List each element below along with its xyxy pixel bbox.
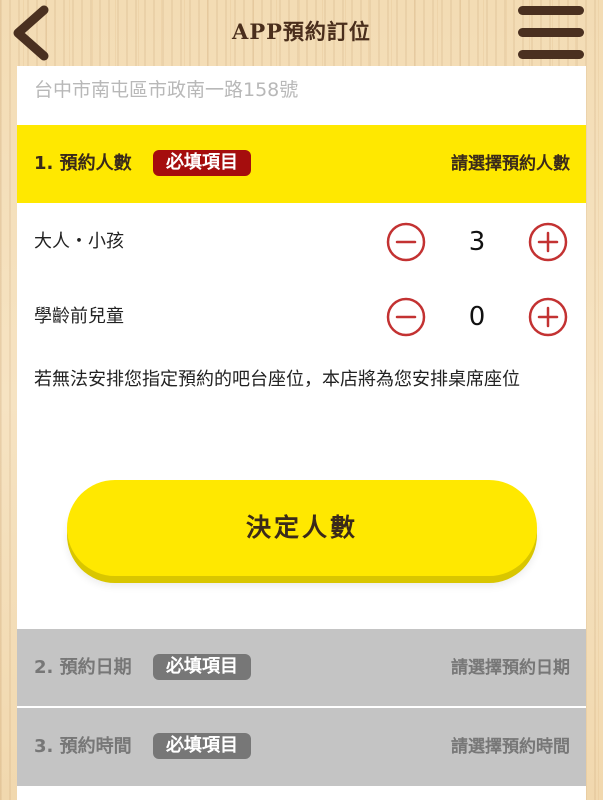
plus-circle-icon <box>528 222 568 262</box>
required-badge: 必填項目 <box>153 733 251 759</box>
section-party-size-header[interactable]: 1. 預約人數 必填項目 請選擇預約人數 <box>17 125 586 203</box>
preschool-decrement-button[interactable] <box>386 297 426 337</box>
preschool-count: 0 <box>468 302 486 332</box>
menu-button[interactable] <box>518 4 588 62</box>
adults-row: 大人・小孩 3 <box>17 207 586 277</box>
adults-count: 3 <box>468 227 486 257</box>
section-title: 1. 預約人數 <box>34 153 132 174</box>
adults-label: 大人・小孩 <box>34 231 124 252</box>
page-title: APP預約訂位 <box>232 19 371 44</box>
reservation-form: 台中市南屯區市政南一路158號 1. 預約人數 必填項目 請選擇預約人數 大人・… <box>17 66 586 800</box>
minus-circle-icon <box>386 297 426 337</box>
required-badge: 必填項目 <box>153 150 251 176</box>
seating-notice: 若無法安排您指定預約的吧台座位，本店將為您安排桌席座位 <box>34 369 520 390</box>
adults-decrement-button[interactable] <box>386 222 426 262</box>
app-header: APP預約訂位 <box>0 0 603 66</box>
confirm-button-label: 決定人數 <box>245 513 358 542</box>
section-time-header[interactable]: 3. 預約時間 必填項目 請選擇預約時間 <box>17 708 586 786</box>
adults-increment-button[interactable] <box>528 222 568 262</box>
minus-circle-icon <box>386 222 426 262</box>
store-address: 台中市南屯區市政南一路158號 <box>34 79 299 101</box>
required-badge: 必填項目 <box>153 654 251 680</box>
confirm-party-size-button[interactable]: 決定人數 <box>67 480 537 576</box>
section-title: 2. 預約日期 <box>34 657 132 678</box>
preschool-increment-button[interactable] <box>528 297 568 337</box>
plus-circle-icon <box>528 297 568 337</box>
section-hint: 請選擇預約人數 <box>451 154 570 174</box>
section-title: 3. 預約時間 <box>34 736 132 757</box>
preschool-label: 學齡前兒童 <box>34 306 124 327</box>
section-hint: 請選擇預約日期 <box>451 658 570 678</box>
preschool-row: 學齡前兒童 0 <box>17 282 586 352</box>
section-hint: 請選擇預約時間 <box>451 737 570 757</box>
section-date-header[interactable]: 2. 預約日期 必填項目 請選擇預約日期 <box>17 629 586 707</box>
